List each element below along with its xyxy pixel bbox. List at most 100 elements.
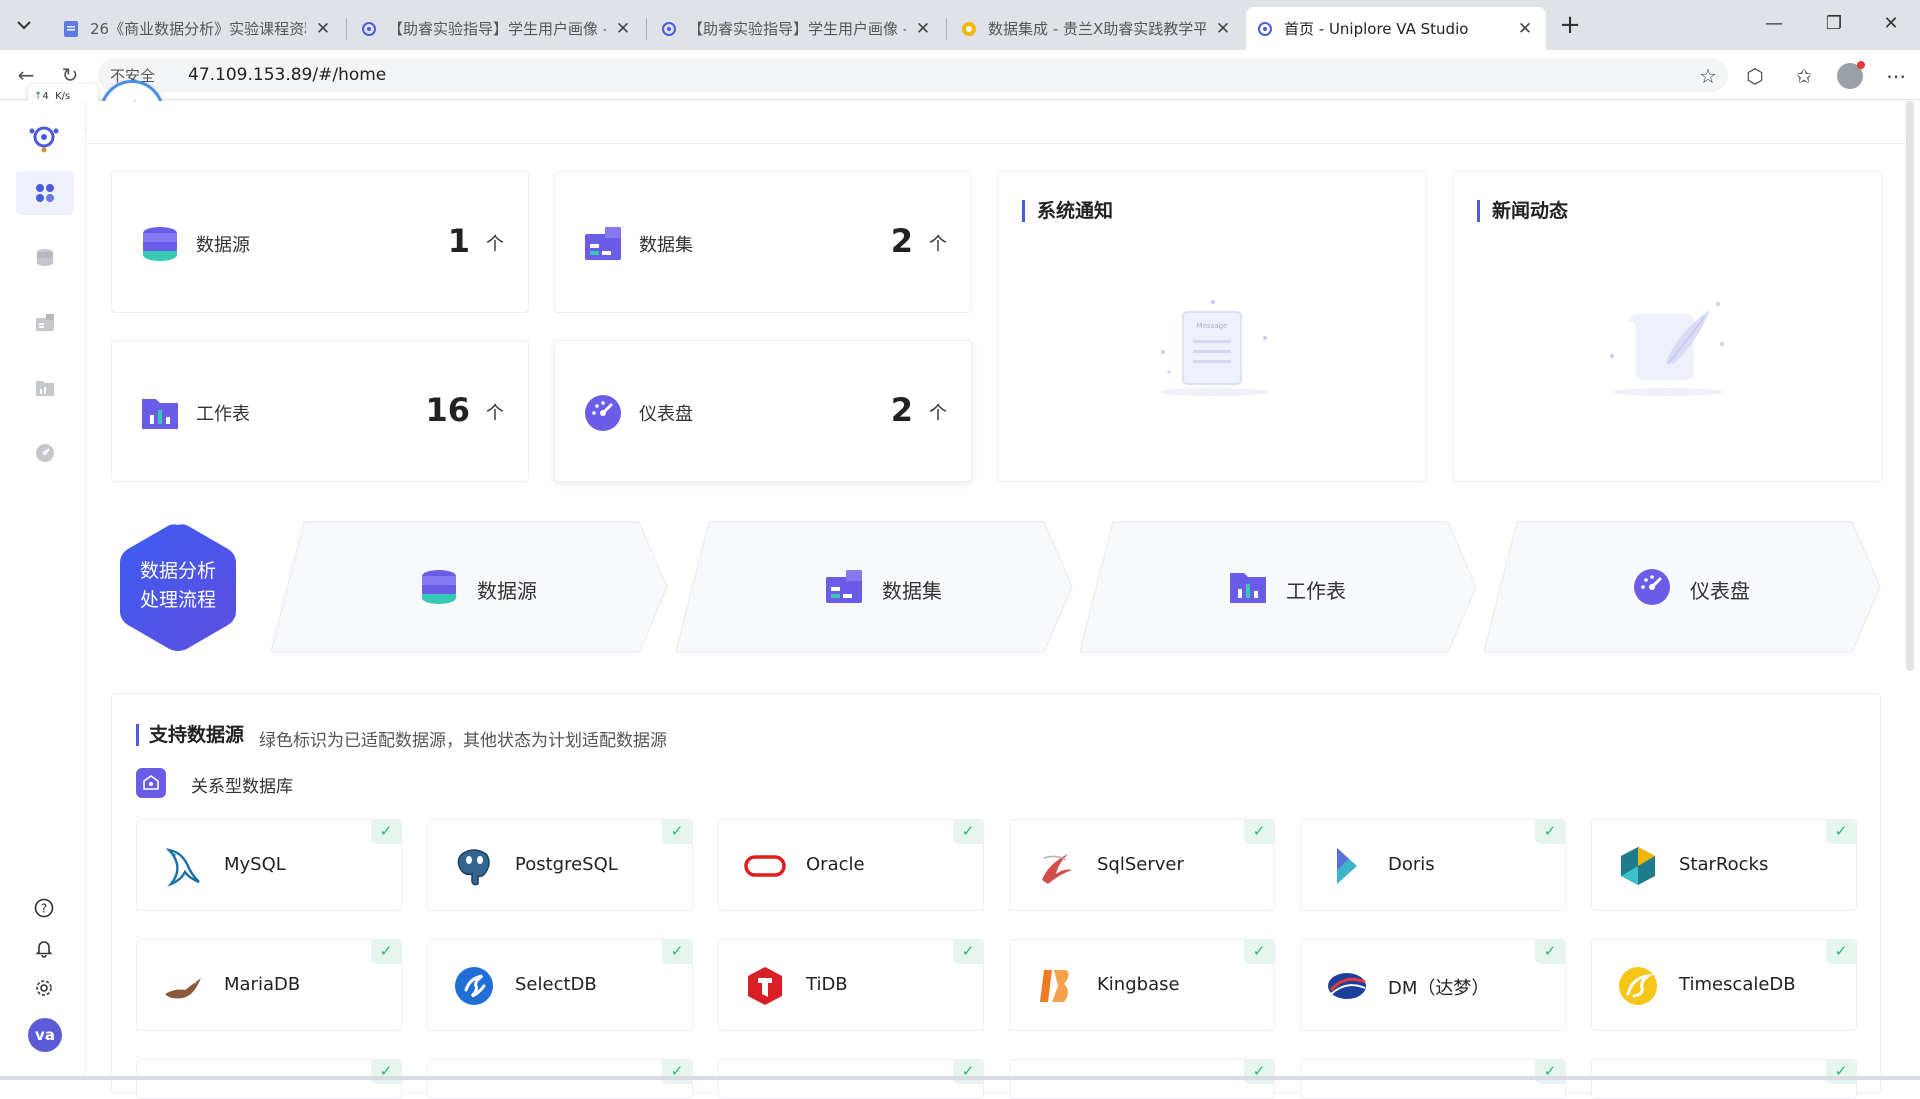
sqlserver-logo-icon [1034,844,1078,888]
flow-title: 数据分析 处理流程 [139,560,216,611]
dataset-icon [585,227,621,260]
adapted-check-icon: ✓ [1826,820,1856,844]
app-logo-icon[interactable] [26,119,62,155]
help-icon[interactable]: ? [30,894,58,922]
news-panel: 新闻动态 [1452,171,1882,482]
browser-tab-1[interactable]: 26《商业数据分析》实验课程资料 ✕ [52,7,344,50]
nav-dataset[interactable] [16,301,74,345]
favorites-icon[interactable]: ✩ [1791,64,1817,90]
adapted-check-icon: ✓ [953,1060,983,1084]
db-card-tidb[interactable]: ✓ TiDB [718,939,984,1031]
omnibox[interactable]: 不安全 47.109.153.89/#/home [98,58,1728,92]
adapted-check-icon: ✓ [371,1060,401,1084]
dashboard-icon [36,444,54,462]
worksheet-icon [36,381,54,396]
minimize-button[interactable]: — [1751,8,1797,40]
left-nav-rail: ? va [0,101,86,1080]
supported-datasources-title: 支持数据源 [136,724,244,746]
db-card-selectdb[interactable]: ✓ SelectDB [427,939,693,1031]
flow-step-worksheet[interactable]: 工作表 [1080,521,1480,653]
browser-tab-active[interactable]: 首页 - Uniplore VA Studio ✕ [1246,7,1546,50]
oracle-logo-icon [743,844,787,888]
dataset-icon [826,570,862,603]
app-logo-icon [360,20,378,38]
nav-home[interactable] [16,171,74,215]
dashboard-icon [585,395,621,431]
nav-datasource[interactable] [16,236,74,280]
flow-step-dashboard[interactable]: 仪表盘 [1484,521,1884,653]
close-tab-icon[interactable]: ✕ [312,19,334,39]
new-tab-button[interactable]: + [1555,11,1585,41]
stat-card-dashboard[interactable]: 仪表盘 2 个 [554,340,972,482]
adapted-check-icon: ✓ [371,940,401,964]
user-avatar[interactable]: va [28,1018,62,1052]
db-card-starrocks[interactable]: ✓ StarRocks [1591,819,1857,911]
nav-dashboard[interactable] [16,431,74,475]
flow-arrow-shape [271,521,668,653]
db-card-kingbase[interactable]: ✓ Kingbase [1009,939,1275,1031]
browser-tab-3[interactable]: 【助睿实验指导】学生用户画像 - s ✕ [650,7,944,50]
tab-separator [346,18,347,40]
close-tab-icon[interactable]: ✕ [612,19,634,39]
stat-card-datasource[interactable]: 数据源 1 个 [111,171,529,313]
close-tab-icon[interactable]: ✕ [1514,19,1536,39]
close-tab-icon[interactable]: ✕ [1212,19,1234,39]
extensions-icon[interactable]: ⬡ [1742,64,1768,90]
app-logo-icon [660,20,678,38]
browser-tab-2[interactable]: 【助睿实验指导】学生用户画像 - s ✕ [350,7,644,50]
header-divider [87,143,1905,144]
supported-datasources-note: 绿色标识为已适配数据源，其他状态为计划适配数据源 [259,731,667,751]
kingbase-logo-icon [1034,964,1078,1008]
db-card-dm[interactable]: ✓ DM（达梦） [1300,939,1566,1031]
tab-list-dropdown[interactable] [8,10,40,40]
db-card-postgresql[interactable]: ✓ PostgreSQL [427,819,693,911]
system-notice-panel: 系统通知 Message [997,171,1427,482]
adapted-check-icon: ✓ [1826,1060,1856,1084]
gear-icon[interactable] [30,974,58,1002]
dataset-icon [36,314,54,331]
db-card-mariadb[interactable]: ✓ MariaDB [136,939,402,1031]
app-logo-icon [1256,20,1274,38]
adapted-check-icon: ✓ [1244,820,1274,844]
db-card-mysql[interactable]: ✓ MySQL [136,819,402,911]
adapted-check-icon: ✓ [1535,820,1565,844]
stat-card-worksheet[interactable]: 工作表 16 个 [111,340,529,482]
page-scrollbar[interactable] [1906,101,1914,671]
database-icon [143,227,177,261]
bell-icon[interactable] [30,934,58,962]
worksheet-icon [1230,573,1266,603]
db-card-sqlserver[interactable]: ✓ SqlServer [1009,819,1275,911]
flow-arrow-shape [1484,521,1881,653]
close-window-button[interactable]: ✕ [1868,8,1914,40]
more-menu-icon[interactable]: ⋯ [1883,64,1909,90]
url-text[interactable]: 47.109.153.89/#/home [188,65,386,85]
chevron-down-icon [17,21,31,30]
database-icon [37,249,53,266]
db-card-oracle[interactable]: ✓ Oracle [718,819,984,911]
svg-text:Message: Message [1197,322,1228,330]
mariadb-logo-icon [161,964,205,1008]
tab-separator [946,18,947,40]
category-label: 关系型数据库 [191,777,293,797]
restore-button[interactable]: ❐ [1811,8,1857,40]
adapted-check-icon: ✓ [953,820,983,844]
close-tab-icon[interactable]: ✕ [912,19,934,39]
db-card-doris[interactable]: ✓ Doris [1300,819,1566,911]
adapted-check-icon: ✓ [662,820,692,844]
nav-worksheet[interactable] [16,366,74,410]
browser-tab-4[interactable]: 数据集成 - 贵兰X助睿实践教学平台 ✕ [950,7,1244,50]
db-card-timescaledb[interactable]: ✓ TimescaleDB [1591,939,1857,1031]
adapted-check-icon: ✓ [1535,940,1565,964]
timescaledb-logo-icon [1616,964,1660,1008]
doris-logo-icon [1325,844,1369,888]
tab-separator [646,18,647,40]
flow-step-datasource[interactable]: 数据源 [271,521,671,653]
adapted-check-icon: ✓ [1826,940,1856,964]
document-icon [62,20,80,38]
adapted-check-icon: ✓ [953,940,983,964]
stat-card-dataset[interactable]: 数据集 2 个 [554,171,972,313]
flow-step-dataset[interactable]: 数据集 [676,521,1076,653]
database-icon [422,570,456,604]
taskbar-edge [0,1076,1920,1080]
star-icon[interactable]: ☆ [1695,64,1721,90]
